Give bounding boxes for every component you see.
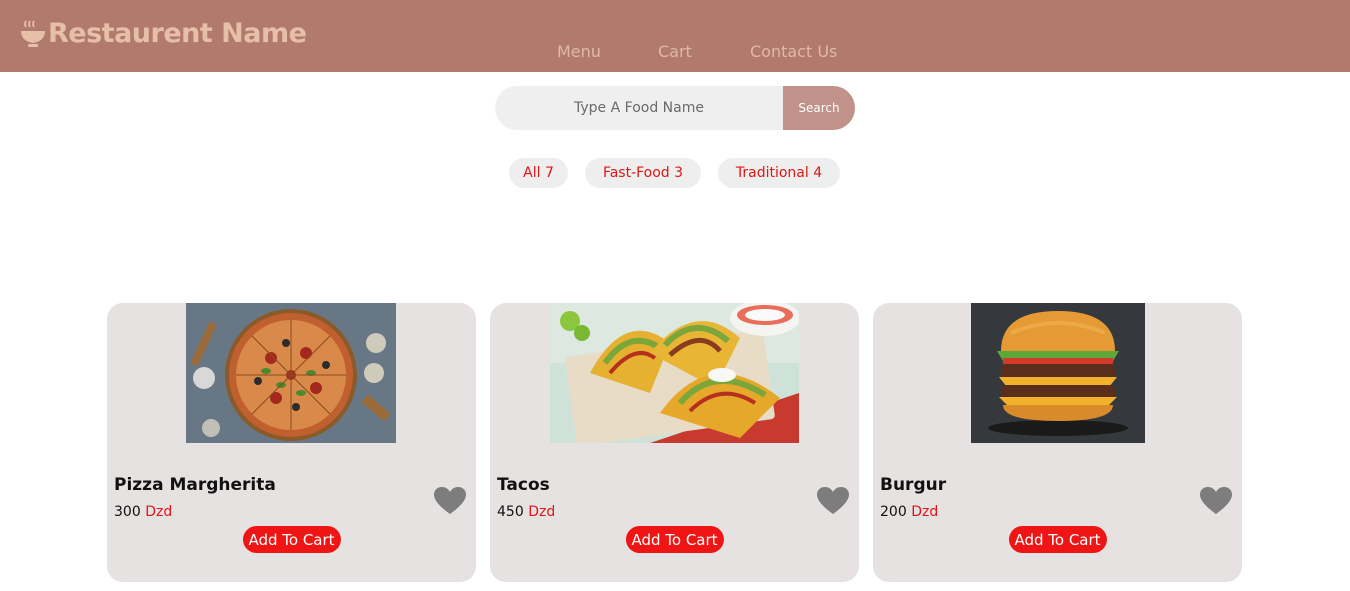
add-to-cart-button[interactable]: Add To Cart [242, 526, 341, 553]
price-value: 200 [880, 504, 907, 520]
header: Restaurent Name Menu Cart Contact Us [0, 0, 1350, 72]
filter-fast-food[interactable]: Fast-Food 3 [585, 158, 701, 188]
add-to-cart-button[interactable]: Add To Cart [625, 526, 724, 553]
price-currency: Dzd [145, 504, 173, 520]
price-value: 300 [114, 504, 141, 520]
food-name: Pizza Margherita [114, 475, 276, 495]
nav-cart[interactable]: Cart [658, 42, 692, 61]
burger-image [971, 303, 1145, 443]
heart-icon[interactable] [817, 487, 849, 515]
pizza-image [186, 303, 396, 443]
food-card-pizza: Pizza Margherita 300 Dzd Add To Cart [107, 303, 476, 582]
price-value: 450 [497, 504, 524, 520]
food-card-tacos: Tacos 450 Dzd Add To Cart [490, 303, 859, 582]
filter-traditional[interactable]: Traditional 4 [718, 158, 840, 188]
brand-name: Restaurent Name [48, 18, 307, 49]
food-name: Tacos [497, 475, 550, 495]
price-currency: Dzd [911, 504, 939, 520]
heart-icon[interactable] [1200, 487, 1232, 515]
search-bar: Search [495, 86, 855, 130]
food-price: 300 Dzd [114, 504, 172, 520]
category-filters: All 7 Fast-Food 3 Traditional 4 [0, 158, 1350, 188]
heart-icon[interactable] [434, 487, 466, 515]
nav-menu[interactable]: Menu [557, 42, 601, 61]
add-to-cart-button[interactable]: Add To Cart [1008, 526, 1107, 553]
tacos-image [550, 303, 799, 443]
search-input[interactable] [495, 86, 783, 130]
nav-contact-us[interactable]: Contact Us [750, 42, 837, 61]
food-price: 200 Dzd [880, 504, 938, 520]
food-card-burger: Burgur 200 Dzd Add To Cart [873, 303, 1242, 582]
food-price: 450 Dzd [497, 504, 555, 520]
logo[interactable]: Restaurent Name [20, 18, 307, 49]
search-button[interactable]: Search [783, 86, 855, 130]
filter-all[interactable]: All 7 [509, 158, 568, 188]
bowl-icon [21, 20, 45, 47]
food-name: Burgur [880, 475, 947, 495]
price-currency: Dzd [528, 504, 556, 520]
